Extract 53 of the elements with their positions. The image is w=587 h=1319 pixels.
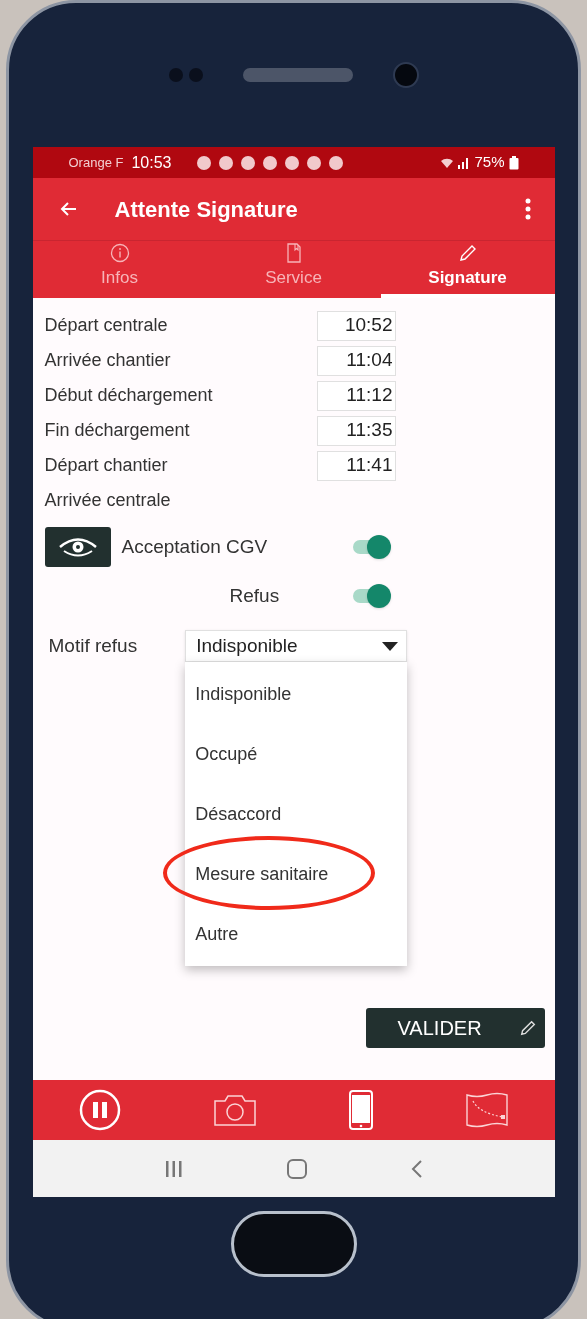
document-icon xyxy=(285,242,302,263)
dropdown-option[interactable]: Désaccord xyxy=(195,800,282,828)
field-label: Motif refus xyxy=(48,633,138,658)
field-label: Arrivée chantier xyxy=(44,349,171,372)
time-field[interactable]: 11:41 xyxy=(316,450,396,481)
smartphone-icon[interactable] xyxy=(348,1090,373,1130)
signal-icon xyxy=(440,155,471,170)
clock-time: 10:53 xyxy=(131,152,172,173)
toggle-label: Refus xyxy=(229,583,280,608)
notification-icon xyxy=(263,155,278,170)
camera-lens xyxy=(392,62,419,88)
notification-icon xyxy=(285,155,300,170)
pencil-icon xyxy=(518,1019,537,1037)
validate-button[interactable]: VALIDER xyxy=(365,1008,545,1048)
toggle-label: Acceptation CGV xyxy=(121,534,268,559)
back-arrow-icon[interactable] xyxy=(58,201,77,217)
more-menu-icon[interactable] xyxy=(524,198,531,220)
field-label: Départ centrale xyxy=(44,314,168,337)
dropdown-option[interactable]: Occupé xyxy=(195,740,258,768)
pause-icon[interactable] xyxy=(78,1089,121,1131)
field-label: Fin déchargement xyxy=(44,419,190,442)
sensor-icon xyxy=(188,68,203,82)
battery-percent: 75% xyxy=(474,152,505,173)
dropdown-option[interactable]: Autre xyxy=(195,920,239,948)
notification-icon xyxy=(329,155,344,170)
tab[interactable]: Signature xyxy=(380,241,555,298)
camera-icon[interactable] xyxy=(212,1093,257,1127)
route-map-icon[interactable] xyxy=(464,1092,509,1128)
dropdown-option[interactable]: Mesure sanitaire xyxy=(195,860,329,888)
field-label: Départ chantier xyxy=(44,454,168,477)
time-field[interactable]: 11:04 xyxy=(316,345,396,376)
home-icon[interactable] xyxy=(285,1157,308,1180)
notification-icon xyxy=(219,155,234,170)
recent-apps-icon[interactable] xyxy=(163,1159,184,1178)
notification-icon xyxy=(241,155,256,170)
notification-icon xyxy=(307,155,322,170)
field-label: Arrivée centrale xyxy=(44,489,171,512)
dropdown-caret-icon xyxy=(382,641,399,651)
field-label: Début déchargement xyxy=(44,384,213,407)
sensor-icon xyxy=(168,68,183,82)
time-field[interactable]: 10:52 xyxy=(316,310,396,341)
time-field[interactable]: 11:35 xyxy=(316,415,396,446)
screen-title: Attente Signature xyxy=(114,195,298,224)
back-icon[interactable] xyxy=(409,1158,424,1179)
view-button[interactable] xyxy=(44,527,111,567)
dropdown-option[interactable]: Indisponible xyxy=(195,680,292,708)
notification-icon xyxy=(197,155,212,170)
time-field[interactable]: 11:12 xyxy=(316,380,396,411)
dropdown-field[interactable]: Indisponible xyxy=(185,630,408,662)
info-icon xyxy=(109,242,130,263)
carrier-name: Orange F xyxy=(68,153,124,172)
battery-icon xyxy=(508,155,519,170)
eye-icon xyxy=(57,536,98,558)
